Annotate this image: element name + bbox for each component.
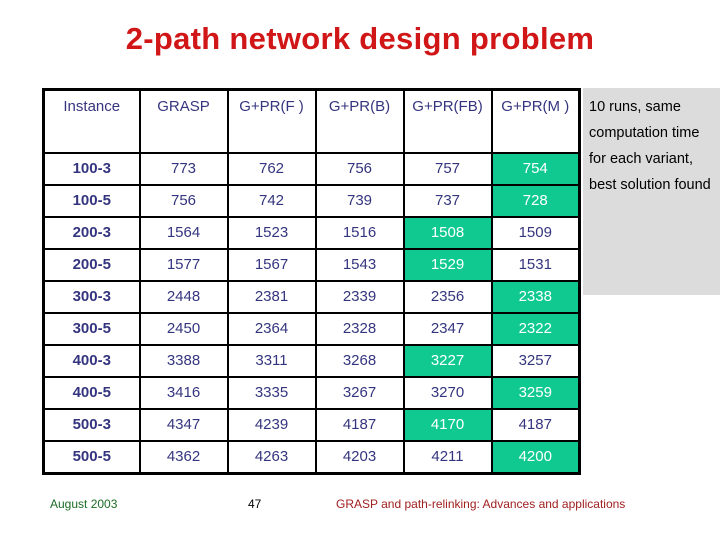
cell-value: 756 (138, 184, 229, 218)
cell-value: 1509 (490, 216, 581, 250)
cell-value: 757 (402, 152, 493, 186)
table-header-row: Instance GRASP G+PR(F ) G+PR(B) G+PR(FB)… (42, 88, 581, 154)
cell-value: 4187 (490, 408, 581, 442)
cell-value: 4211 (402, 440, 493, 475)
cell-value: 1543 (314, 248, 405, 282)
table-body: 100-3 773 762 756 757 754 100-5 756 742 739 737 728… (42, 152, 581, 475)
cell-value: 3311 (226, 344, 317, 378)
table-header: Instance GRASP G+PR(F ) G+PR(B) G+PR(FB)… (42, 88, 581, 154)
cell-value: 1516 (314, 216, 405, 250)
cell-value-best: 3259 (490, 376, 581, 410)
cell-value: 3267 (314, 376, 405, 410)
cell-value: 3388 (138, 344, 229, 378)
cell-instance: 400-5 (42, 376, 141, 410)
table-row: 100-5 756 742 739 737 728 (42, 184, 581, 218)
cell-value: 2328 (314, 312, 405, 346)
cell-value: 3335 (226, 376, 317, 410)
cell-value: 4347 (138, 408, 229, 442)
cell-value-best: 2322 (490, 312, 581, 346)
cell-value: 1567 (226, 248, 317, 282)
cell-value: 1577 (138, 248, 229, 282)
table-row: 200-5 1577 1567 1543 1529 1531 (42, 248, 581, 282)
cell-value: 1564 (138, 216, 229, 250)
column-header-grasp: GRASP (138, 88, 229, 154)
cell-value: 4263 (226, 440, 317, 475)
cell-instance: 200-5 (42, 248, 141, 282)
cell-value: 773 (138, 152, 229, 186)
cell-value: 3270 (402, 376, 493, 410)
cell-value: 4362 (138, 440, 229, 475)
table-row: 400-3 3388 3311 3268 3227 3257 (42, 344, 581, 378)
cell-instance: 200-3 (42, 216, 141, 250)
cell-value: 756 (314, 152, 405, 186)
cell-value: 739 (314, 184, 405, 218)
results-table: Instance GRASP G+PR(F ) G+PR(B) G+PR(FB)… (42, 88, 581, 475)
cell-value: 4187 (314, 408, 405, 442)
cell-value: 1531 (490, 248, 581, 282)
column-header-gpr-f: G+PR(F ) (226, 88, 317, 154)
cell-value: 3268 (314, 344, 405, 378)
cell-value-best: 3227 (402, 344, 493, 378)
column-header-gpr-b: G+PR(B) (314, 88, 405, 154)
table-row: 500-3 4347 4239 4187 4170 4187 (42, 408, 581, 442)
cell-instance: 100-5 (42, 184, 141, 218)
table-row: 300-3 2448 2381 2339 2356 2338 (42, 280, 581, 314)
cell-value: 2381 (226, 280, 317, 314)
cell-instance: 300-3 (42, 280, 141, 314)
footer-reference: GRASP and path-relinking: Advances and a… (336, 497, 626, 511)
cell-value-best: 728 (490, 184, 581, 218)
side-note-panel: 10 runs, same computation time for each … (583, 88, 720, 295)
cell-value-best: 1529 (402, 248, 493, 282)
column-header-instance: Instance (42, 88, 141, 154)
cell-value: 2347 (402, 312, 493, 346)
cell-value: 762 (226, 152, 317, 186)
cell-value-best: 4200 (490, 440, 581, 475)
cell-value-best: 1508 (402, 216, 493, 250)
cell-value: 3257 (490, 344, 581, 378)
cell-value: 2450 (138, 312, 229, 346)
cell-value: 2356 (402, 280, 493, 314)
footer-page-number: 47 (248, 497, 262, 511)
cell-value: 737 (402, 184, 493, 218)
cell-value: 4203 (314, 440, 405, 475)
cell-value: 742 (226, 184, 317, 218)
cell-instance: 500-3 (42, 408, 141, 442)
table-row: 300-5 2450 2364 2328 2347 2322 (42, 312, 581, 346)
cell-value: 2339 (314, 280, 405, 314)
table-row: 400-5 3416 3335 3267 3270 3259 (42, 376, 581, 410)
cell-value: 3416 (138, 376, 229, 410)
page-title: 2-path network design problem (125, 21, 595, 56)
cell-instance: 500-5 (42, 440, 141, 475)
cell-instance: 400-3 (42, 344, 141, 378)
results-table-container: Instance GRASP G+PR(F ) G+PR(B) G+PR(FB)… (42, 88, 581, 475)
cell-value-best: 4170 (402, 408, 493, 442)
cell-instance: 300-5 (42, 312, 141, 346)
footer-date: August 2003 (50, 497, 118, 511)
cell-value-best: 2338 (490, 280, 581, 314)
table-row: 200-3 1564 1523 1516 1508 1509 (42, 216, 581, 250)
cell-value: 2448 (138, 280, 229, 314)
table-row: 500-5 4362 4263 4203 4211 4200 (42, 440, 581, 475)
cell-value-best: 754 (490, 152, 581, 186)
cell-value: 1523 (226, 216, 317, 250)
cell-value: 2364 (226, 312, 317, 346)
cell-instance: 100-3 (42, 152, 141, 186)
column-header-gpr-m: G+PR(M ) (490, 88, 581, 154)
cell-value: 4239 (226, 408, 317, 442)
slide-footer: August 2003 47 GRASP and path-relinking:… (0, 497, 720, 515)
table-row: 100-3 773 762 756 757 754 (42, 152, 581, 186)
column-header-gpr-fb: G+PR(FB) (402, 88, 493, 154)
